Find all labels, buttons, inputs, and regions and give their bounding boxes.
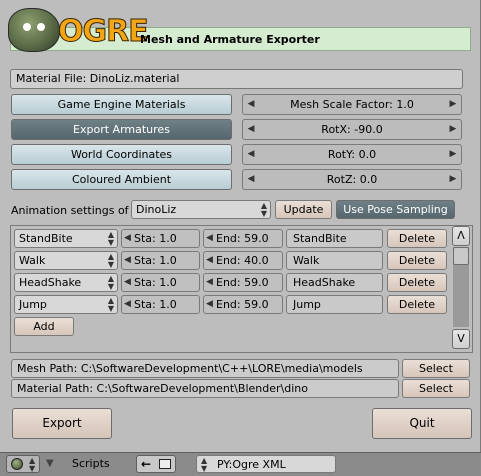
roty-label: RotY: 0.0 — [327, 148, 377, 161]
start-frame-label: Sta: 1.0 — [134, 232, 177, 245]
animation-name-field[interactable]: Jump — [286, 295, 383, 314]
delete-button[interactable]: Delete — [387, 273, 447, 292]
decrement-arrow-icon[interactable]: ◀ — [124, 296, 134, 313]
end-frame-label: End: 59.0 — [216, 276, 269, 289]
rotx-field[interactable]: ◀ RotX: -90.0 ▶ — [242, 119, 462, 140]
start-frame-field[interactable]: ◀ Sta: 1.0 — [121, 273, 200, 292]
material-path-field: Material Path: C:\SoftwareDevelopment\Bl… — [11, 379, 399, 398]
add-animation-button[interactable]: Add — [14, 317, 74, 336]
fullscreen-icon[interactable] — [159, 459, 171, 469]
roty-field[interactable]: ◀ RotY: 0.0 ▶ — [242, 144, 462, 165]
mesh-scale-factor-label: Mesh Scale Factor: 1.0 — [290, 98, 414, 111]
decrement-arrow-icon[interactable]: ◀ — [206, 296, 216, 313]
decrement-arrow-icon[interactable]: ◀ — [206, 252, 216, 269]
end-frame-field[interactable]: ◀ End: 59.0 — [203, 229, 283, 248]
python-snake-icon — [11, 458, 23, 470]
increment-arrow-icon[interactable]: ▶ — [448, 145, 458, 164]
decrement-arrow-icon[interactable]: ◀ — [124, 230, 134, 247]
end-frame-label: End: 59.0 — [216, 232, 269, 245]
scroll-down-button[interactable]: V — [452, 329, 470, 349]
end-frame-field[interactable]: ◀ End: 59.0 — [203, 295, 283, 314]
end-frame-label: End: 40.0 — [216, 254, 269, 267]
start-frame-label: Sta: 1.0 — [134, 254, 177, 267]
delete-button[interactable]: Delete — [387, 295, 447, 314]
action-select[interactable]: Jump ▲ ▼ — [14, 295, 118, 314]
animation-name-field[interactable]: Walk — [286, 251, 383, 270]
ogre-logo-icon — [8, 8, 60, 52]
action-select[interactable]: HeadShake ▲ ▼ — [14, 273, 118, 292]
decrement-arrow-icon[interactable]: ◀ — [206, 230, 216, 247]
updown-arrows-icon: ▲ ▼ — [107, 296, 114, 313]
decrement-arrow-icon[interactable]: ◀ — [246, 120, 256, 139]
updown-arrows-icon: ▲ ▼ — [107, 252, 114, 269]
script-nav-buttons[interactable]: ← — [136, 455, 176, 473]
updown-arrows-icon: ▲ ▼ — [29, 456, 36, 473]
decrement-arrow-icon[interactable]: ◀ — [124, 274, 134, 291]
mesh-scale-factor-field[interactable]: ◀ Mesh Scale Factor: 1.0 ▶ — [242, 94, 462, 115]
animation-name-field[interactable]: HeadShake — [286, 273, 383, 292]
updown-arrows-icon: ▲ ▼ — [260, 201, 267, 218]
quit-button[interactable]: Quit — [372, 408, 472, 439]
armature-select[interactable]: DinoLiz ▲ ▼ — [131, 200, 271, 219]
scripts-menu[interactable]: Scripts — [72, 457, 110, 471]
editor-type-menu[interactable]: ▲ ▼ — [6, 455, 40, 473]
mesh-path-field: Mesh Path: C:\SoftwareDevelopment\C++\LO… — [11, 359, 399, 378]
scroll-up-button[interactable]: Λ — [452, 226, 470, 246]
action-select[interactable]: StandBite ▲ ▼ — [14, 229, 118, 248]
script-select[interactable]: ▲ ▼ PY:Ogre XML — [196, 455, 336, 473]
increment-arrow-icon[interactable]: ▶ — [448, 170, 458, 189]
collapse-arrow-icon[interactable]: ▼ — [46, 458, 54, 469]
action-select[interactable]: Walk ▲ ▼ — [14, 251, 118, 270]
use-pose-sampling-toggle[interactable]: Use Pose Sampling — [336, 200, 455, 219]
armature-select-value: DinoLiz — [136, 203, 177, 216]
end-frame-field[interactable]: ◀ End: 59.0 — [203, 273, 283, 292]
action-select-value: HeadShake — [19, 276, 82, 289]
delete-button[interactable]: Delete — [387, 229, 447, 248]
scrollbar-thumb[interactable] — [453, 247, 469, 265]
mesh-path-select-button[interactable]: Select — [402, 359, 470, 378]
game-engine-materials-toggle[interactable]: Game Engine Materials — [11, 94, 232, 115]
export-armatures-toggle[interactable]: Export Armatures — [11, 119, 232, 140]
start-frame-field[interactable]: ◀ Sta: 1.0 — [121, 251, 200, 270]
start-frame-field[interactable]: ◀ Sta: 1.0 — [121, 295, 200, 314]
start-frame-label: Sta: 1.0 — [134, 298, 177, 311]
delete-button[interactable]: Delete — [387, 251, 447, 270]
ogre-logo-text: OGRE — [58, 14, 150, 50]
decrement-arrow-icon[interactable]: ◀ — [246, 145, 256, 164]
decrement-arrow-icon[interactable]: ◀ — [206, 274, 216, 291]
rotz-field[interactable]: ◀ RotZ: 0.0 ▶ — [242, 169, 462, 190]
material-file-field[interactable]: Material File: DinoLiz.material — [10, 69, 463, 89]
world-coordinates-toggle[interactable]: World Coordinates — [11, 144, 232, 165]
export-button[interactable]: Export — [12, 408, 112, 439]
increment-arrow-icon[interactable]: ▶ — [448, 120, 458, 139]
rotz-label: RotZ: 0.0 — [326, 173, 378, 186]
animation-name-field[interactable]: StandBite — [286, 229, 383, 248]
rotx-label: RotX: -90.0 — [321, 123, 383, 136]
script-select-value: PY:Ogre XML — [217, 458, 286, 471]
action-select-value: Jump — [19, 298, 47, 311]
updown-arrows-icon: ▲ ▼ — [107, 230, 114, 247]
decrement-arrow-icon[interactable]: ◀ — [246, 95, 256, 114]
update-button[interactable]: Update — [275, 200, 332, 219]
start-frame-label: Sta: 1.0 — [134, 276, 177, 289]
end-frame-field[interactable]: ◀ End: 40.0 — [203, 251, 283, 270]
action-select-value: Walk — [19, 254, 46, 267]
page-title: Mesh and Armature Exporter — [140, 33, 320, 46]
material-path-select-button[interactable]: Select — [402, 379, 470, 398]
back-arrow-icon[interactable]: ← — [141, 456, 151, 472]
decrement-arrow-icon[interactable]: ◀ — [246, 170, 256, 189]
coloured-ambient-toggle[interactable]: Coloured Ambient — [11, 169, 232, 190]
increment-arrow-icon[interactable]: ▶ — [448, 95, 458, 114]
animation-settings-label: Animation settings of — [11, 204, 129, 217]
action-select-value: StandBite — [19, 232, 73, 245]
end-frame-label: End: 59.0 — [216, 298, 269, 311]
decrement-arrow-icon[interactable]: ◀ — [124, 252, 134, 269]
updown-arrows-icon: ▲ ▼ — [201, 456, 208, 473]
updown-arrows-icon: ▲ ▼ — [107, 274, 114, 291]
start-frame-field[interactable]: ◀ Sta: 1.0 — [121, 229, 200, 248]
